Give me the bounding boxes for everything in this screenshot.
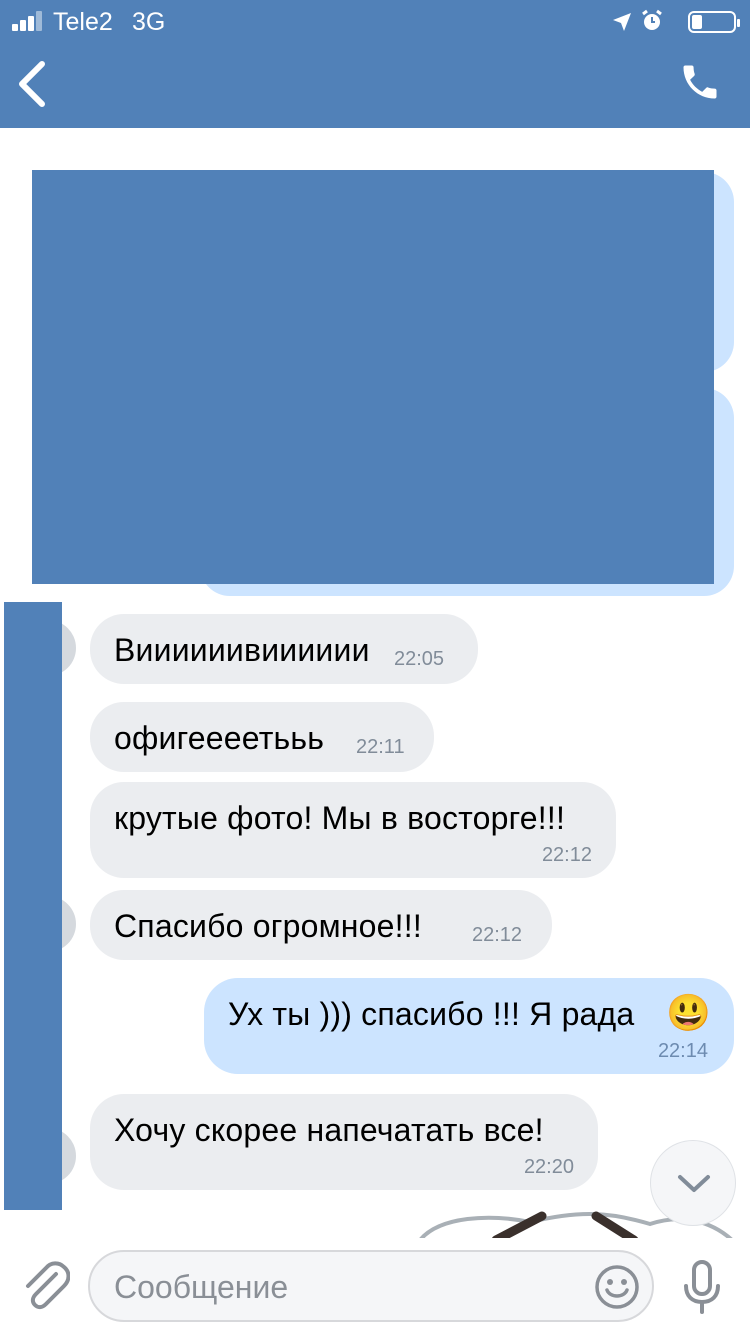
message-time: 22:12 bbox=[472, 924, 523, 946]
battery-icon bbox=[688, 11, 740, 33]
chevron-down-icon bbox=[678, 1175, 710, 1192]
message-bubble[interactable]: офигеееетььь 22:11 bbox=[90, 702, 434, 772]
redacted-title-block bbox=[195, 0, 546, 146]
message-field[interactable] bbox=[88, 1250, 654, 1322]
message-time: 22:11 bbox=[356, 736, 405, 758]
alarm-icon bbox=[642, 9, 662, 30]
message-bubble[interactable]: Спасибо огромное!!! 22:12 bbox=[90, 890, 552, 960]
message-text: офигеееетььь bbox=[114, 720, 325, 756]
call-button[interactable] bbox=[678, 60, 722, 104]
scroll-down-button[interactable] bbox=[650, 1140, 736, 1226]
paperclip-icon[interactable] bbox=[20, 1260, 70, 1314]
message-time: 22:12 bbox=[541, 844, 592, 866]
location-icon bbox=[613, 13, 631, 31]
message-bubble[interactable]: Виииииивииииии 22:05 bbox=[90, 614, 478, 684]
message-input[interactable] bbox=[114, 1266, 594, 1308]
network-type: 3G bbox=[132, 8, 166, 36]
message-text: крутые фото! Мы в восторге!!! bbox=[114, 800, 566, 836]
message-bubble-outgoing[interactable]: Ух ты ))) спасибо !!! Я рада 😃 22:14 bbox=[204, 978, 734, 1074]
message-text: Спасибо огромное!!! bbox=[114, 908, 422, 944]
message-bubble[interactable]: крутые фото! Мы в восторге!!! 22:12 bbox=[90, 782, 616, 878]
microphone-icon[interactable] bbox=[680, 1258, 724, 1318]
message-bubble[interactable]: Хочу скорее напечатать все! 22:20 bbox=[90, 1094, 598, 1190]
message-time: 22:14 bbox=[657, 1040, 708, 1062]
carrier-name: Tele2 bbox=[53, 8, 113, 36]
smiley-emoji: 😃 bbox=[666, 992, 711, 1033]
signal-icon bbox=[12, 11, 48, 31]
status-icons bbox=[576, 8, 740, 36]
message-text: Хочу скорее напечатать все! bbox=[114, 1112, 544, 1148]
back-button[interactable] bbox=[10, 56, 54, 112]
message-text: Виииииивииииии bbox=[114, 632, 370, 668]
redacted-media-block bbox=[32, 170, 714, 584]
message-time: 22:05 bbox=[394, 648, 445, 670]
message-time: 22:20 bbox=[523, 1156, 574, 1178]
smiley-icon[interactable] bbox=[594, 1264, 640, 1310]
message-text: Ух ты ))) спасибо !!! Я рада bbox=[228, 996, 635, 1032]
redacted-avatar-column bbox=[4, 602, 62, 1210]
composer-bar bbox=[0, 1238, 750, 1334]
